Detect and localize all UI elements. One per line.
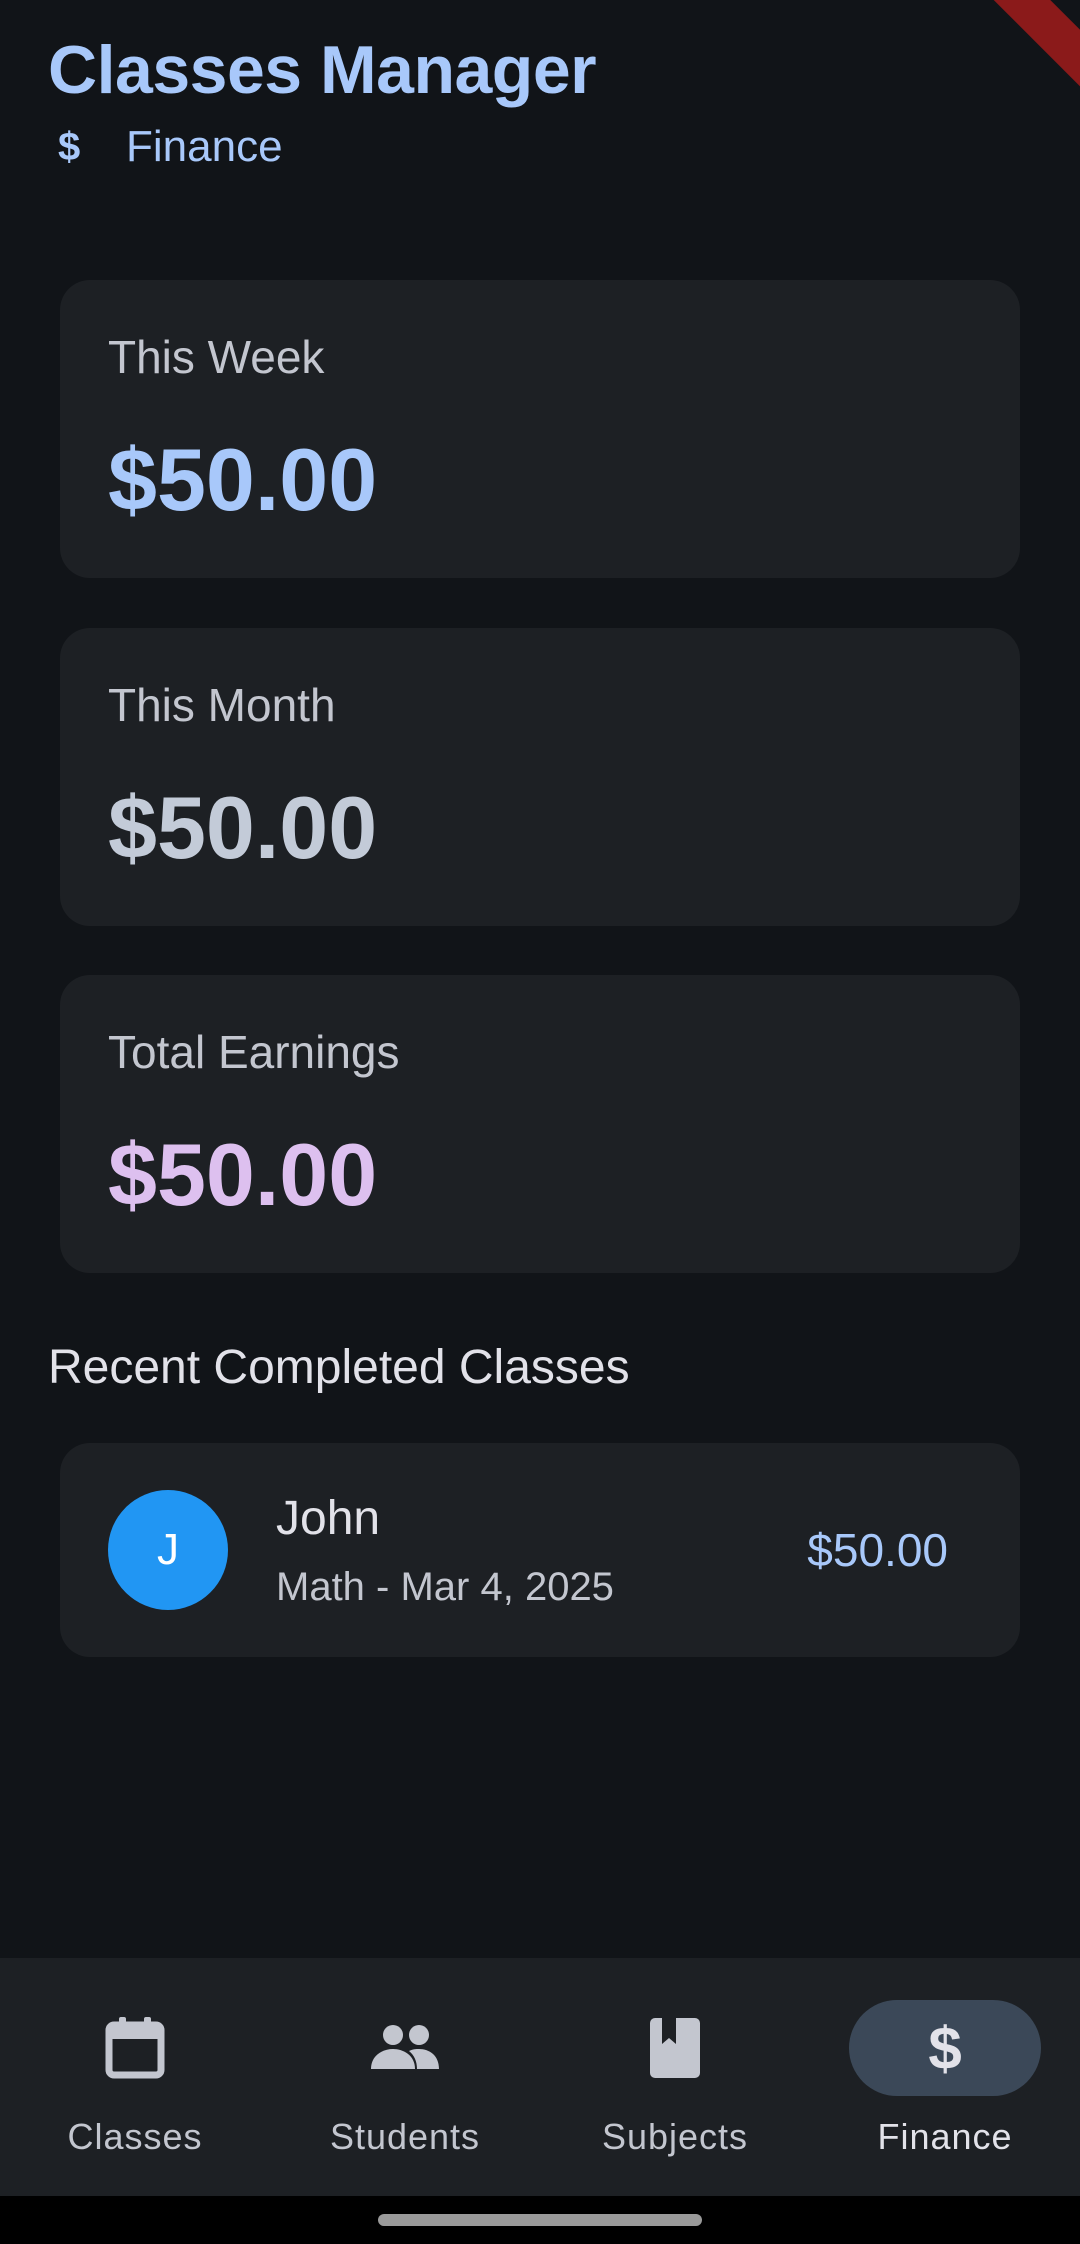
people-icon — [371, 2025, 439, 2069]
stat-card-this-month: This Month $50.00 — [60, 628, 1020, 926]
app-header: Classes Manager $ Finance — [48, 30, 597, 172]
nav-icon-container — [309, 2000, 501, 2096]
dollar-icon: $ — [58, 124, 81, 169]
nav-item-students[interactable]: Students — [270, 1958, 540, 2196]
app-title: Classes Manager — [48, 32, 597, 108]
recent-classes-heading: Recent Completed Classes — [48, 1341, 630, 1394]
stat-card-this-week: This Week $50.00 — [60, 280, 1020, 578]
bottom-navigation: Classes Students Subjects $ Finance — [0, 1958, 1080, 2196]
debug-banner — [981, 0, 1080, 101]
nav-item-subjects[interactable]: Subjects — [540, 1958, 810, 2196]
stat-label: Total Earnings — [108, 1026, 400, 1078]
class-amount: $50.00 — [807, 1524, 948, 1576]
student-name: John — [276, 1492, 381, 1545]
nav-icon-container — [579, 2000, 771, 2096]
stat-value: $50.00 — [108, 1125, 378, 1224]
avatar: J — [108, 1490, 228, 1610]
section-subtitle: $ Finance — [48, 122, 596, 172]
book-icon — [650, 2018, 700, 2078]
stat-card-total-earnings: Total Earnings $50.00 — [60, 975, 1020, 1273]
finance-screen: Classes Manager $ Finance This Week $50.… — [0, 0, 1080, 2244]
nav-item-classes[interactable]: Classes — [0, 1958, 270, 2196]
stat-label: This Month — [108, 679, 336, 731]
nav-label: Finance — [877, 2116, 1013, 2157]
dollar-icon: $ — [928, 2014, 962, 2082]
gesture-handle[interactable] — [378, 2214, 702, 2226]
stat-value: $50.00 — [108, 778, 378, 877]
nav-label: Subjects — [601, 2116, 749, 2157]
nav-label: Students — [329, 2116, 481, 2157]
completed-class-item[interactable]: J John Math - Mar 4, 2025 $50.00 — [60, 1443, 1020, 1657]
stat-label: This Week — [108, 331, 325, 383]
nav-item-finance[interactable]: $ Finance — [810, 1958, 1080, 2196]
system-gesture-area — [0, 2196, 1080, 2244]
section-label: Finance — [126, 122, 283, 171]
nav-label: Classes — [67, 2116, 203, 2157]
calendar-icon — [105, 2017, 165, 2079]
nav-icon-container: $ — [849, 2000, 1041, 2096]
nav-icon-container — [39, 2000, 231, 2096]
stat-value: $50.00 — [108, 430, 378, 529]
class-details: Math - Mar 4, 2025 — [276, 1565, 614, 1609]
